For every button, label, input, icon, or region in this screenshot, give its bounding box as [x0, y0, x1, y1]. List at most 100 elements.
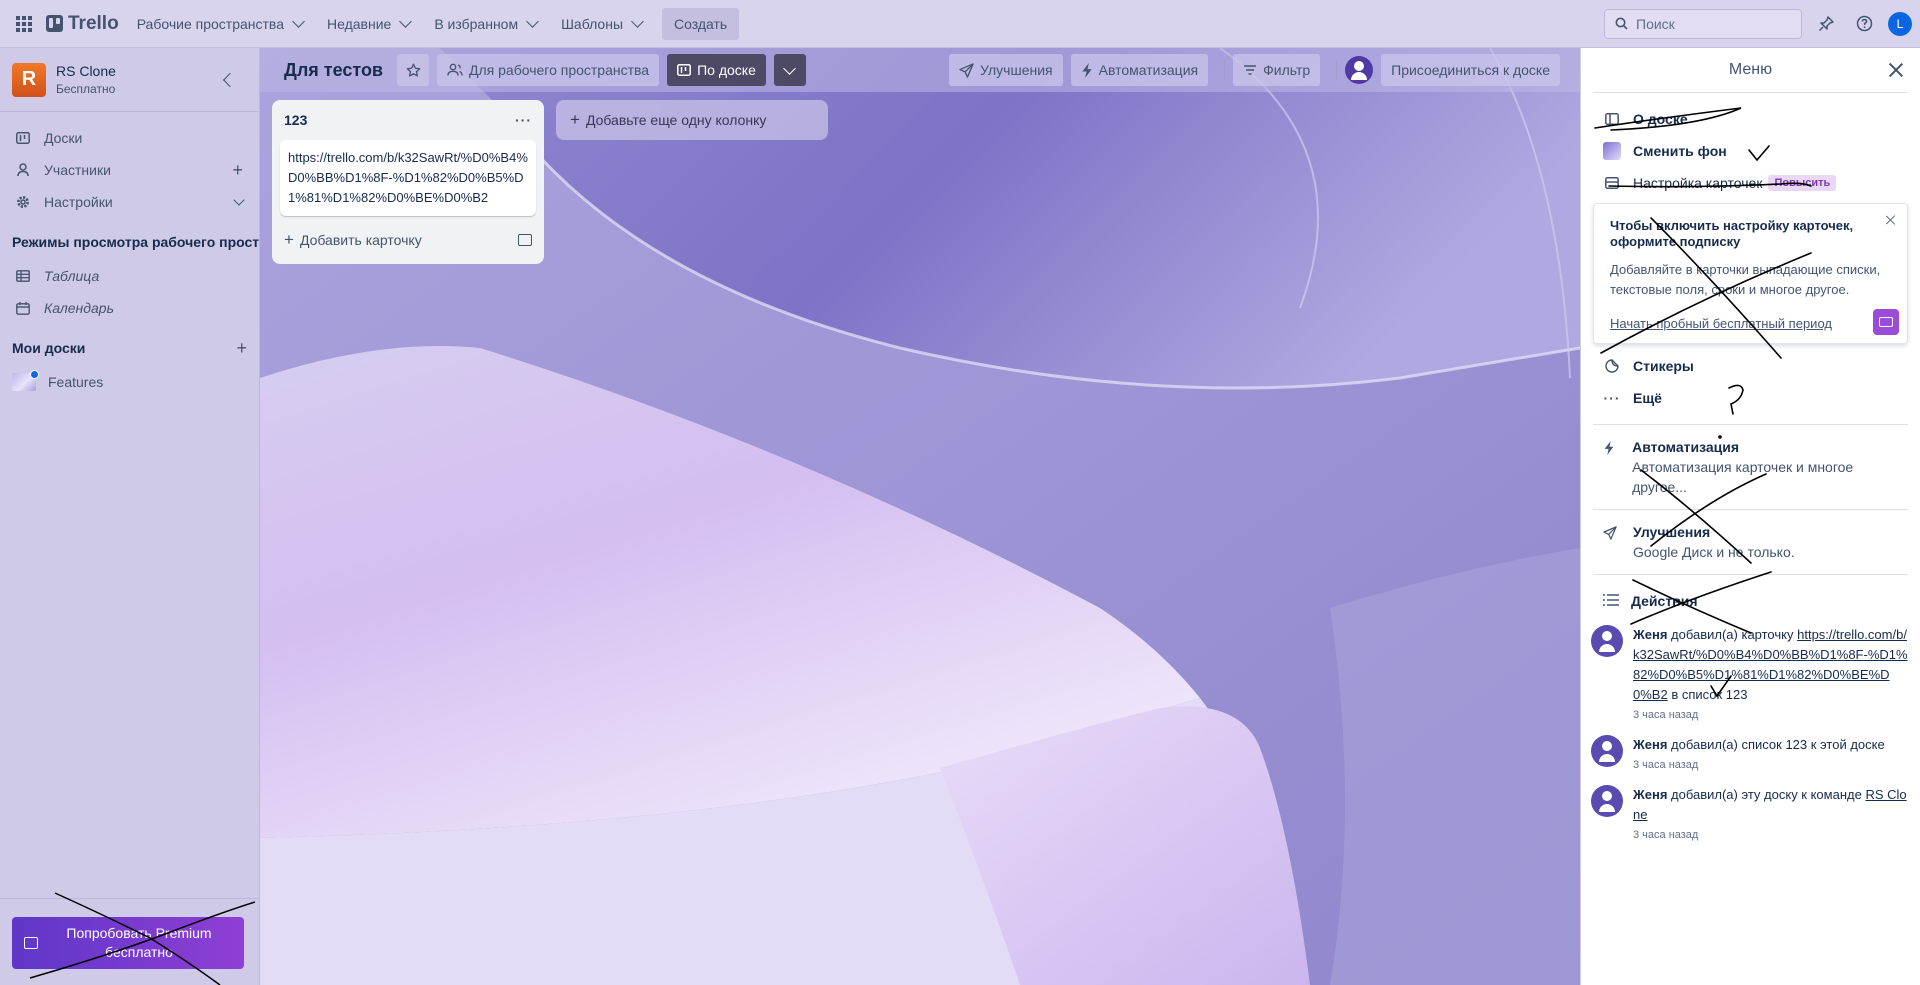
- plus-icon: +: [284, 230, 294, 249]
- filter-button[interactable]: Фильтр: [1233, 54, 1321, 86]
- sidebar-item-label: Доски: [44, 130, 83, 146]
- workspace-views-header: Режимы просмотра рабочего пространства: [0, 224, 259, 260]
- add-board-icon[interactable]: +: [236, 338, 247, 359]
- nav-starred[interactable]: В избранном: [424, 8, 547, 40]
- upgrade-badge[interactable]: Повысить: [1768, 175, 1837, 191]
- list-column[interactable]: 123 ··· https://trello.com/b/k32SawRt/%D…: [272, 100, 544, 264]
- menu-item-powerups[interactable]: Улучшения Google Диск и не только.: [1581, 510, 1920, 574]
- nav-recent[interactable]: Недавние: [317, 8, 420, 40]
- menu-item-label: О доске: [1633, 111, 1688, 127]
- menu-item-about-board[interactable]: О доске: [1581, 103, 1920, 135]
- board-view-button[interactable]: По доске: [667, 54, 766, 86]
- board-view-dropdown[interactable]: [773, 54, 806, 86]
- workspace-sidebar: R RS Clone Бесплатно Доски Участники + Н…: [0, 48, 260, 985]
- menu-item-change-background[interactable]: Сменить фон: [1581, 135, 1920, 167]
- activity-time[interactable]: 3 часа назад: [1633, 707, 1908, 723]
- activity-text: Женя добавил(а) список 123 к этой доске: [1633, 735, 1885, 755]
- template-icon[interactable]: [518, 234, 532, 246]
- add-list-button[interactable]: + Добавьте еще одну колонку: [556, 100, 828, 140]
- create-button[interactable]: Создать: [662, 7, 740, 40]
- nav-workspaces[interactable]: Рабочие пространства: [127, 8, 313, 40]
- workspace-name[interactable]: RS Clone: [56, 63, 116, 79]
- board-header: Для тестов Для рабочего пространства По …: [260, 48, 1580, 92]
- join-board-button[interactable]: Присоединиться к доске: [1381, 54, 1560, 86]
- board-member-avatar[interactable]: [1345, 56, 1374, 84]
- sidebar-item-boards[interactable]: Доски: [0, 122, 259, 154]
- list-card[interactable]: https://trello.com/b/k32SawRt/%D0%B4%D0%…: [280, 140, 536, 216]
- activity-time[interactable]: 3 часа назад: [1633, 827, 1908, 843]
- custom-fields-icon: [1873, 309, 1899, 335]
- sidebar-item-members[interactable]: Участники +: [0, 154, 259, 186]
- activity-time[interactable]: 3 часа назад: [1633, 757, 1885, 773]
- sidebar-item-calendar[interactable]: Календарь: [0, 292, 259, 324]
- menu-item-card-settings[interactable]: Настройка карточек Повысить: [1581, 167, 1920, 199]
- menu-item-more[interactable]: ··· Ещё: [1581, 382, 1920, 414]
- star-board-button[interactable]: [397, 54, 429, 86]
- chevron-down-icon: [292, 15, 305, 28]
- user-avatar[interactable]: [1591, 625, 1623, 657]
- workspace-logo[interactable]: R: [12, 62, 46, 97]
- add-card-button[interactable]: + Добавить карточку: [280, 224, 536, 256]
- activity-list-icon: [1603, 593, 1621, 609]
- account-avatar[interactable]: L: [1888, 11, 1912, 36]
- activity-user[interactable]: Женя: [1633, 787, 1667, 802]
- search-icon: [1615, 17, 1628, 30]
- chevron-down-icon[interactable]: [233, 194, 245, 206]
- help-icon[interactable]: [1850, 10, 1878, 38]
- start-trial-link[interactable]: Начать пробный бесплатный период: [1610, 316, 1832, 331]
- nav-templates[interactable]: Шаблоны: [551, 8, 652, 40]
- menu-title: Меню: [1728, 61, 1773, 78]
- add-member-icon[interactable]: +: [232, 160, 243, 181]
- automation-label: Автоматизация: [1098, 62, 1199, 78]
- sticker-icon: [1603, 359, 1621, 373]
- nav-templates-label: Шаблоны: [561, 15, 624, 32]
- activity-title: Действия: [1631, 593, 1698, 609]
- more-actions-icon[interactable]: ···: [515, 112, 532, 128]
- sidebar-item-table[interactable]: Таблица: [0, 260, 259, 292]
- board-view-label: По доске: [697, 62, 756, 78]
- sidebar-item-settings[interactable]: Настройки: [0, 186, 259, 218]
- activity-content: Женя добавил(а) карточку https://trello.…: [1633, 625, 1908, 723]
- try-premium-button[interactable]: Попробовать Premium бесплатно: [12, 917, 244, 969]
- rocket-icon: [1603, 524, 1621, 562]
- notifications-icon[interactable]: [1812, 10, 1840, 38]
- menu-item-stickers[interactable]: Стикеры: [1581, 350, 1920, 382]
- workspace-header: R RS Clone Бесплатно: [0, 48, 259, 112]
- activity-user[interactable]: Женя: [1633, 737, 1667, 752]
- search-input[interactable]: Поиск: [1604, 8, 1802, 39]
- user-avatar[interactable]: [1591, 735, 1623, 767]
- activity-header: Действия: [1581, 583, 1920, 619]
- app-switcher-icon[interactable]: [8, 8, 40, 40]
- card-icon: [1603, 177, 1621, 189]
- board-view-icon: [677, 64, 692, 76]
- collapse-sidebar-icon[interactable]: [222, 72, 238, 87]
- menu-item-automation[interactable]: Автоматизация Автоматизация карточек и м…: [1581, 425, 1920, 509]
- add-list-label: Добавьте еще одну колонку: [585, 112, 767, 128]
- sidebar-item-label: Features: [48, 374, 104, 390]
- automation-button[interactable]: Автоматизация: [1070, 54, 1209, 86]
- board-title[interactable]: Для тестов: [284, 60, 383, 81]
- list-title[interactable]: 123: [284, 112, 307, 128]
- upgrade-promo-card: Чтобы включить настройку карточек, оформ…: [1593, 203, 1908, 344]
- board-canvas: Для тестов Для рабочего пространства По …: [260, 48, 1580, 985]
- header-separator: [1224, 60, 1226, 80]
- close-icon[interactable]: [1886, 60, 1906, 80]
- close-icon[interactable]: [1885, 214, 1897, 226]
- activity-suffix: в список 123: [1667, 687, 1748, 702]
- chevron-down-icon: [526, 15, 539, 28]
- visibility-button[interactable]: Для рабочего пространства: [437, 54, 660, 86]
- board-menu-panel: Меню О доске Сменить фон Настройка карто…: [1580, 48, 1920, 985]
- menu-item-label: Стикеры: [1633, 358, 1694, 374]
- chevron-down-icon: [631, 15, 644, 28]
- activity-user[interactable]: Женя: [1633, 627, 1667, 642]
- avatar-head: [1354, 61, 1365, 71]
- trello-logo[interactable]: Trello: [46, 13, 119, 35]
- sidebar-board-features[interactable]: Features: [0, 366, 259, 398]
- promo-title: Чтобы включить настройку карточек, оформ…: [1610, 218, 1854, 249]
- powerups-text: Улучшения Google Диск и не только.: [1633, 524, 1795, 562]
- board-icon: [1603, 113, 1621, 125]
- plus-icon: +: [570, 110, 580, 129]
- powerups-button[interactable]: Улучшения: [949, 54, 1063, 86]
- activity-entry: Женя добавил(а) карточку https://trello.…: [1581, 619, 1920, 729]
- user-avatar[interactable]: [1591, 785, 1623, 817]
